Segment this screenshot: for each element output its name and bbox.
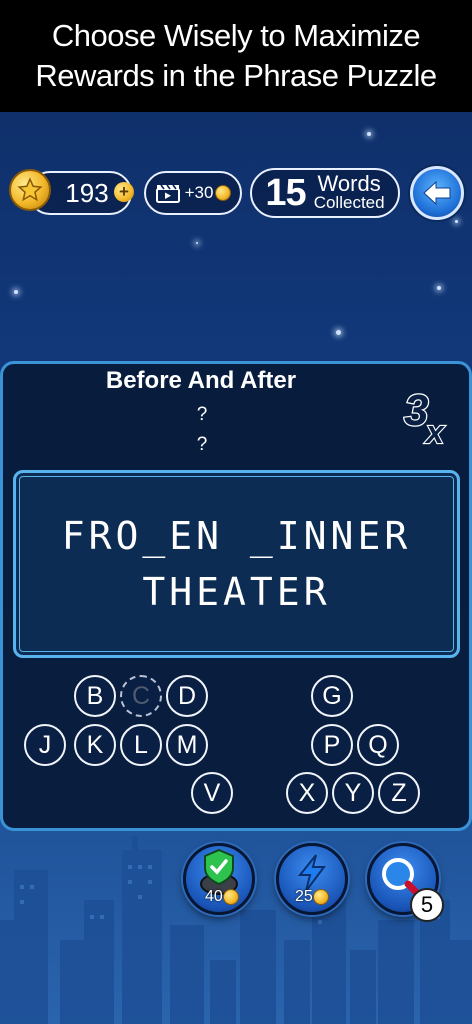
caption-line-1: Choose Wisely to Maximize	[51, 18, 421, 53]
lightning-cost-value: 25	[295, 888, 313, 905]
star-decoration	[336, 330, 341, 335]
video-reward-amount: +30	[184, 183, 214, 202]
svg-text:x: x	[424, 414, 445, 450]
hint-placeholder-2: ?	[196, 434, 208, 455]
clapperboard-icon	[155, 184, 180, 203]
letter-button-b[interactable]: B	[74, 675, 116, 717]
letter-button-j[interactable]: J	[24, 724, 66, 766]
letter-button-p[interactable]: P	[311, 724, 353, 766]
words-label-top: Words	[317, 171, 381, 196]
lightning-bolt-icon	[297, 854, 326, 892]
phrase-line-1: FRO_EN _INNER	[61, 514, 412, 558]
star-decoration	[437, 286, 441, 290]
coin-icon	[312, 888, 329, 905]
letter-button-d[interactable]: D	[166, 675, 208, 717]
coin-icon	[222, 888, 239, 905]
watch-video-button[interactable]: +30	[144, 171, 242, 215]
words-collected-badge: 15 Words Collected	[250, 168, 400, 218]
coin-icon	[215, 185, 232, 201]
phrase-board: FRO_EN _INNER THEATER	[13, 470, 460, 658]
letter-button-x[interactable]: X	[286, 772, 328, 814]
multiplier-badge: 3 x	[403, 385, 446, 451]
words-count: 15	[265, 171, 306, 214]
letter-button-v[interactable]: V	[191, 772, 233, 814]
star-decoration	[14, 290, 18, 294]
star-decoration	[367, 132, 371, 136]
letter-button-k[interactable]: K	[74, 724, 116, 766]
caption-line-2: Rewards in the Phrase Puzzle	[35, 58, 437, 93]
letter-button-q[interactable]: Q	[357, 724, 399, 766]
svg-text:3: 3	[404, 386, 428, 435]
star-decoration	[455, 220, 458, 223]
reveal-cost: 40	[205, 888, 239, 906]
words-label: Words Collected	[313, 171, 385, 213]
lightning-cost: 25	[295, 888, 329, 906]
category-title: Before And After	[105, 367, 297, 394]
hint-placeholder-1: ?	[196, 404, 208, 425]
letter-button-z[interactable]: Z	[378, 772, 420, 814]
star-decoration	[196, 242, 198, 244]
phrase-line-2: THEATER	[142, 570, 331, 614]
coin-icon	[9, 169, 51, 211]
buy-coins-button[interactable]: +	[114, 182, 134, 202]
letter-button-l[interactable]: L	[120, 724, 162, 766]
letter-button-y[interactable]: Y	[332, 772, 374, 814]
letter-button-g[interactable]: G	[311, 675, 353, 717]
words-label-bottom: Collected	[313, 193, 385, 212]
coin-count: 193	[65, 177, 109, 208]
reveal-cost-value: 40	[205, 888, 223, 905]
arrow-left-icon	[423, 180, 451, 206]
back-button[interactable]	[410, 166, 464, 220]
letter-button-c-used: C	[120, 675, 162, 717]
hint-count-badge: 5	[410, 888, 444, 922]
caption-banner: Choose Wisely to Maximize Rewards in the…	[0, 0, 472, 112]
letter-button-m[interactable]: M	[166, 724, 208, 766]
